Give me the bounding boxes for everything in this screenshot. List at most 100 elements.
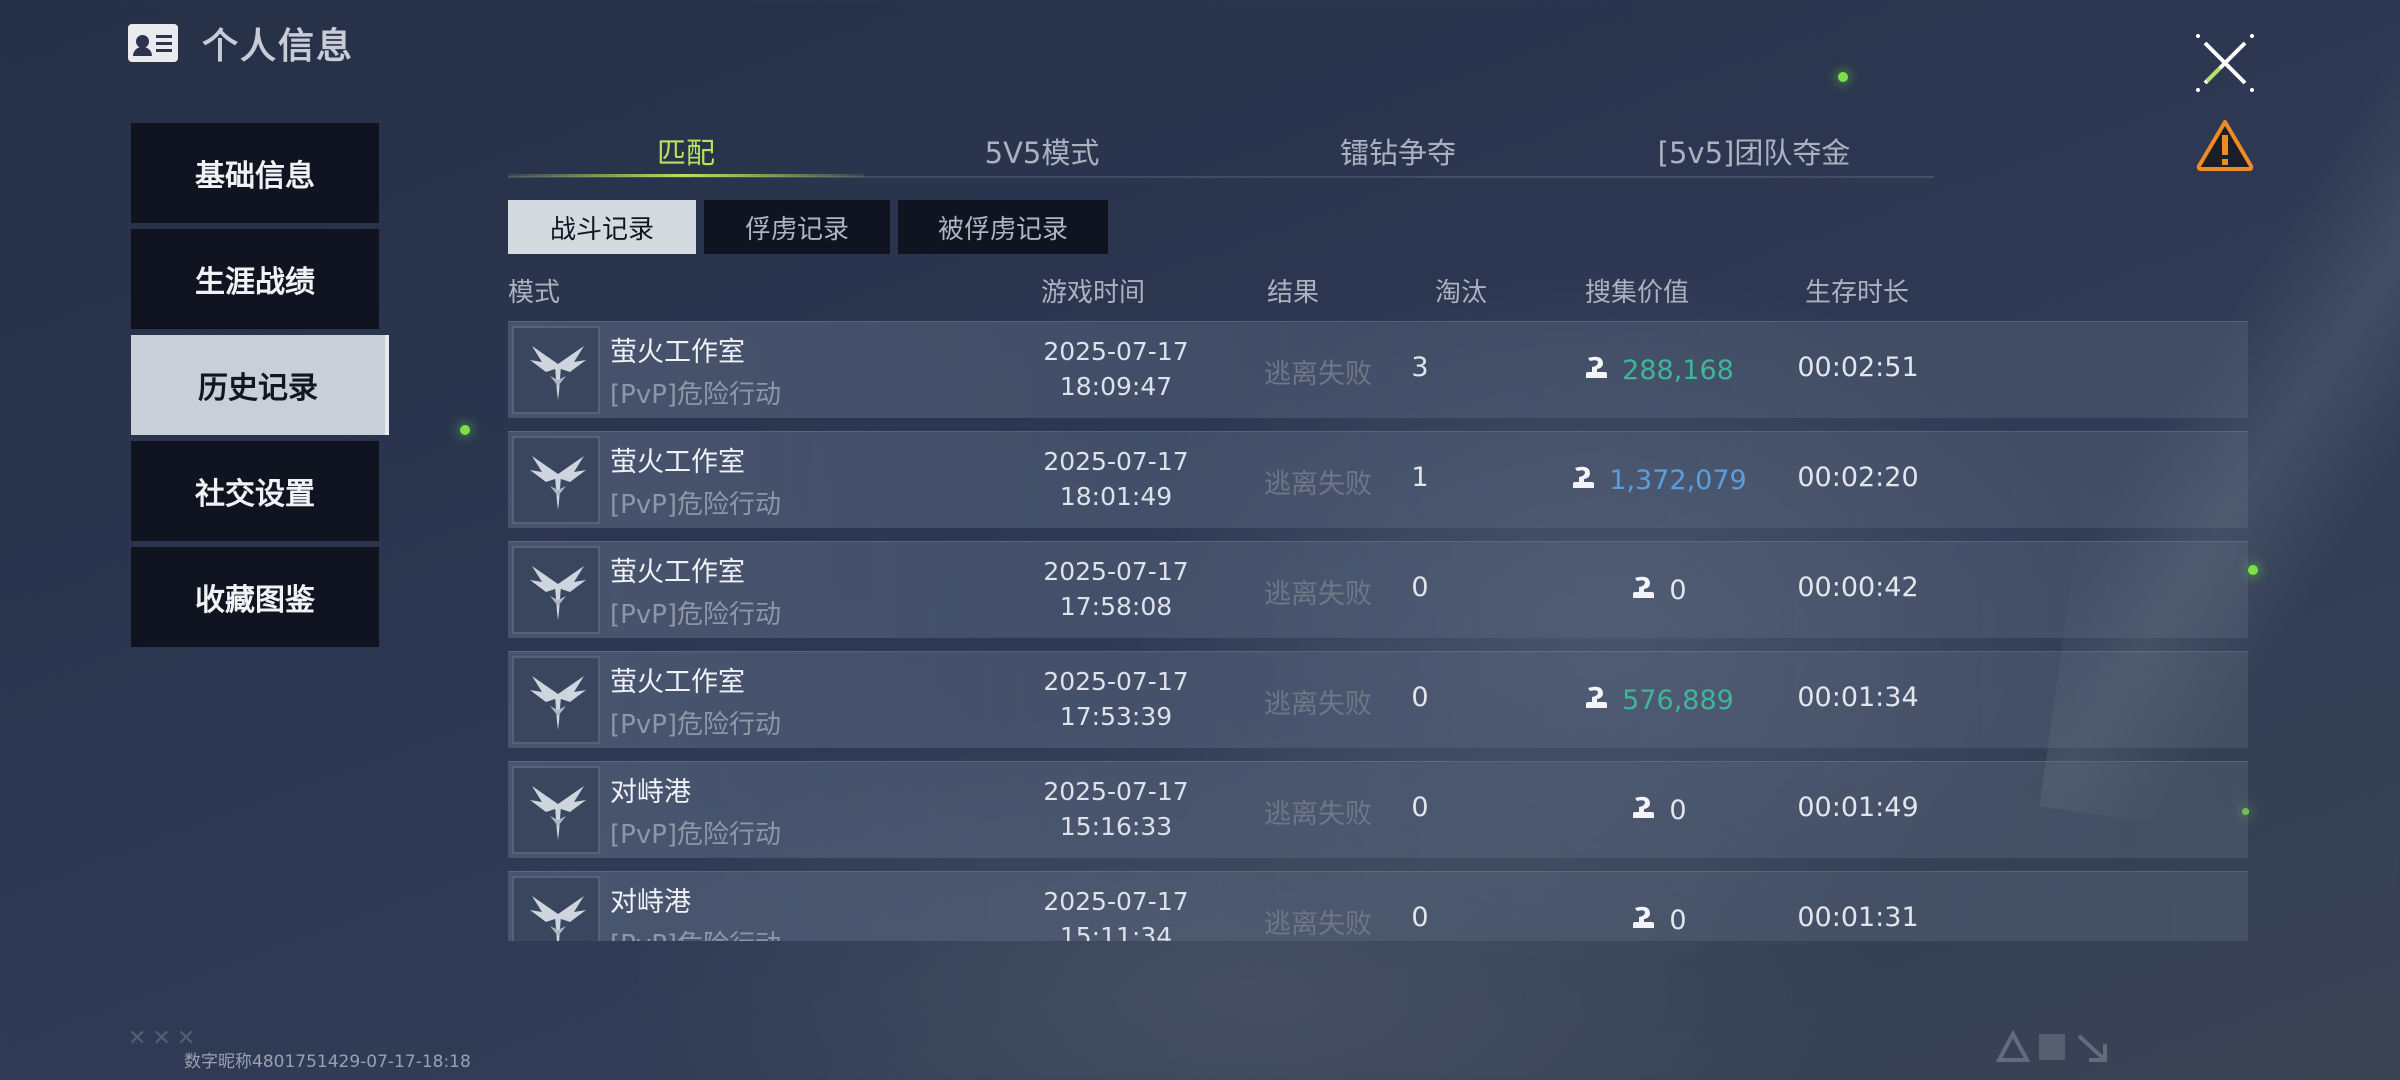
game-date: 2025-07-17 [1043,777,1189,806]
game-clock: 15:16:33 [1059,812,1173,841]
sidebar-item-label: 历史记录 [198,371,318,406]
sidebar-item-label: 社交设置 [195,477,315,512]
faction-emblem-icon [512,546,600,634]
sidebar-item-label: 收藏图鉴 [195,583,315,618]
sidebar-item-career-stats[interactable]: 生涯战绩 [131,229,379,329]
game-time: 2025-07-17 18:01:49 [996,444,1236,514]
survival-duration: 00:02:20 [1797,462,1919,493]
record-list[interactable]: 萤火工作室 [PvP]危险行动 2025-07-17 18:09:47 逃离失败 … [508,321,2248,941]
column-header-kills: 淘汰 [1435,278,1488,308]
sidebar-item-social-settings[interactable]: 社交设置 [131,441,379,541]
map-name: 萤火工作室 [610,337,745,368]
sidebar-item-history[interactable]: 历史记录 [131,335,389,435]
warning-button[interactable] [2195,118,2255,172]
subtab-capture-records[interactable]: 俘虏记录 [704,200,890,254]
game-clock: 17:53:39 [1059,702,1173,731]
survival-duration: 00:00:42 [1797,572,1919,603]
brand-logo-icon [1995,1029,2107,1062]
game-time: 2025-07-17 17:58:08 [996,554,1236,624]
close-button[interactable] [2190,28,2260,98]
loot-value-text: 0 [1669,795,1687,826]
tab-5v5[interactable]: 5V5模式 [864,128,1220,174]
loot-value-text: 576,889 [1622,685,1734,716]
loot-value-text: 288,168 [1622,355,1734,386]
page-header: 个人信息 [128,22,354,67]
map-name: 萤火工作室 [610,667,745,698]
game-clock: 18:09:47 [1059,372,1173,401]
survival-duration: 00:01:49 [1797,792,1919,823]
loot-value-text: 1,372,079 [1609,465,1747,496]
currency-icon [1629,572,1659,609]
survival-duration: 00:02:51 [1797,352,1919,383]
player-id-text: 数字昵称4801751429-07-17-18:18 [184,1052,471,1072]
currency-icon [1629,792,1659,829]
currency-icon [1582,352,1612,389]
subtab-battle-records[interactable]: 战斗记录 [508,200,696,254]
record-row[interactable]: 萤火工作室 [PvP]危险行动 2025-07-17 18:01:49 逃离失败 … [508,431,2248,528]
record-row[interactable]: 萤火工作室 [PvP]危险行动 2025-07-17 17:53:39 逃离失败 … [508,651,2248,748]
kill-count: 0 [1411,902,1429,933]
sidebar-item-label: 生涯战绩 [195,265,315,300]
page-title: 个人信息 [202,26,355,67]
tab-drill-contest[interactable]: 镭钻争夺 [1220,128,1576,174]
currency-icon [1629,902,1659,939]
faction-emblem-icon [512,656,600,744]
kill-count: 1 [1411,462,1429,493]
mode-tabs: 匹配 5V5模式 镭钻争夺 [5v5]团队夺金 [508,128,1934,178]
sidebar-item-label: 基础信息 [195,159,315,194]
faction-emblem-icon [512,436,600,524]
column-header-result: 结果 [1267,278,1320,308]
mode-name: [PvP]危险行动 [610,924,781,941]
kill-count: 0 [1411,682,1429,713]
currency-icon [1569,462,1599,499]
loot-value-text: 0 [1669,905,1687,936]
footer-logo [1995,1028,2115,1064]
currency-icon [1582,682,1612,719]
map-name: 对峙港 [610,777,691,808]
subtab-captured-records[interactable]: 被俘虏记录 [898,200,1108,254]
tab-team-gold[interactable]: [5v5]团队夺金 [1576,128,1932,174]
survival-duration: 00:01:34 [1797,682,1919,713]
column-header-mode: 模式 [508,278,561,308]
game-clock: 17:58:08 [1059,592,1173,621]
column-header-time: 游戏时间 [1041,278,1146,308]
game-clock: 18:01:49 [1059,482,1173,511]
sidebar-item-basic-info[interactable]: 基础信息 [131,123,379,223]
game-time: 2025-07-17 15:16:33 [996,774,1236,844]
column-header-value: 搜集价值 [1585,278,1690,308]
faction-emblem-icon [512,876,600,941]
mode-name: [PvP]危险行动 [610,600,782,630]
green-spark [2248,565,2258,575]
game-date: 2025-07-17 [1043,667,1189,696]
game-clock: 15:11:34 [1059,922,1173,941]
record-row[interactable]: 萤火工作室 [PvP]危险行动 2025-07-17 18:09:47 逃离失败 … [508,321,2248,418]
map-name: 萤火工作室 [610,557,745,588]
kill-count: 3 [1411,352,1429,383]
close-icon [2196,34,2254,92]
mode-name: [PvP]危险行动 [610,380,782,410]
mode-name: [PvP]危险行动 [610,490,782,520]
game-date: 2025-07-17 [1043,887,1189,916]
record-row[interactable]: 萤火工作室 [PvP]危险行动 2025-07-17 17:58:08 逃离失败 … [508,541,2248,638]
survival-duration: 00:01:31 [1797,902,1919,933]
map-name: 萤火工作室 [610,447,745,478]
mode-name: [PvP]危险行动 [610,820,782,850]
mode-name: [PvP]危险行动 [610,710,782,740]
kill-count: 0 [1411,792,1429,823]
game-date: 2025-07-17 [1043,337,1189,366]
game-time: 2025-07-17 18:09:47 [996,334,1236,404]
sidebar-item-collection[interactable]: 收藏图鉴 [131,547,379,647]
faction-emblem-icon [512,766,600,854]
loot-value-text: 0 [1669,575,1687,606]
game-time: 2025-07-17 17:53:39 [996,664,1236,734]
warning-icon [2196,120,2254,171]
column-header-duration: 生存时长 [1805,278,1910,308]
game-time: 2025-07-17 15:11:34 [996,884,1236,941]
green-spark [460,425,470,435]
id-card-icon [128,24,178,62]
faction-emblem-icon [512,326,600,414]
tab-match[interactable]: 匹配 [508,128,864,177]
game-date: 2025-07-17 [1043,447,1189,476]
record-row[interactable]: 对峙港 [PvP]危险行动 2025-07-1715:11:34 逃离失败 0 … [508,871,2248,941]
record-row[interactable]: 对峙港 [PvP]危险行动 2025-07-17 15:16:33 逃离失败 0 … [508,761,2248,858]
